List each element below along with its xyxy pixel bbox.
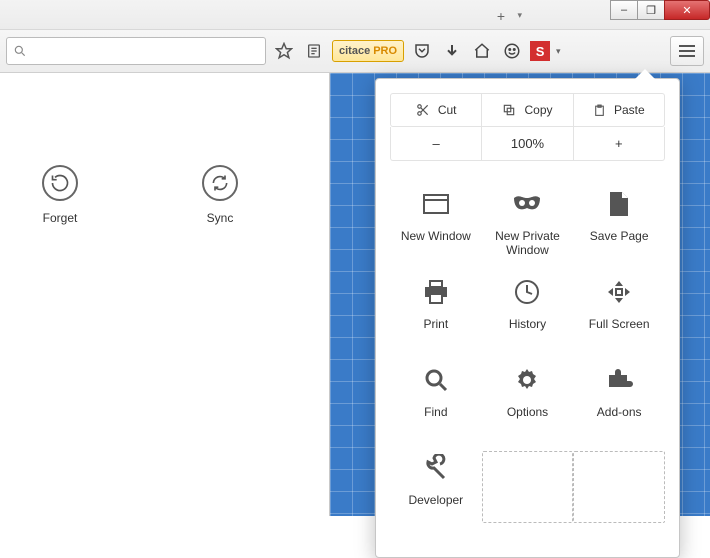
toolbox-item-sync[interactable]: Sync [180,165,260,225]
menu-item-options[interactable]: Options [482,357,574,439]
clipboard-row: Cut Copy Paste [390,93,665,127]
menu-item-label: Save Page [590,229,649,243]
reader-view-button[interactable] [302,39,326,63]
search-icon [13,44,27,58]
url-input[interactable] [33,44,259,58]
clipboard-icon [593,103,606,118]
downloads-button[interactable] [440,39,464,63]
menu-grid: New Window New Private Window Save Page … [390,181,665,527]
menu-item-new-window[interactable]: New Window [390,181,482,263]
mask-icon [510,187,544,221]
menu-item-label: Full Screen [589,317,650,331]
customize-toolbox: Forget Sync [0,73,330,516]
toolbar: citacePRO S ▾ [0,30,710,73]
zoom-in-button[interactable]: + [574,127,664,160]
menu-panel: Cut Copy Paste – 100% + New Window Ne [375,78,680,558]
copy-button[interactable]: Copy [482,94,573,126]
zoom-out-button[interactable]: – [391,127,482,160]
zoom-row: – 100% + [390,127,665,161]
paste-label: Paste [614,103,645,117]
new-tab-button[interactable]: + [492,8,510,22]
close-window-button[interactable]: ✕ [664,0,710,20]
maximize-button[interactable]: ❐ [637,0,665,20]
menu-item-developer[interactable]: Developer [390,445,482,527]
minimize-button[interactable]: – [610,0,638,20]
scissors-icon [416,103,430,117]
clock-icon [510,275,544,309]
gear-icon [510,363,544,397]
menu-item-full-screen[interactable]: Full Screen [573,269,665,351]
citace-suffix: PRO [373,45,397,57]
hamburger-icon [678,44,696,58]
window-controls: – ❐ ✕ [611,0,710,20]
chat-button[interactable] [500,39,524,63]
menu-item-label: Add-ons [597,405,642,419]
menu-item-label: Options [507,405,548,419]
menu-item-addons[interactable]: Add-ons [573,357,665,439]
s-extension-button[interactable]: S [530,41,550,61]
menu-item-label: Print [423,317,448,331]
menu-drop-slot[interactable] [482,451,574,523]
menu-item-history[interactable]: History [482,269,574,351]
pocket-button[interactable] [410,39,434,63]
wrench-icon [419,451,453,485]
bookmark-star-button[interactable] [272,39,296,63]
zoom-level[interactable]: 100% [482,127,573,160]
fullscreen-icon [602,275,636,309]
cut-label: Cut [438,103,457,117]
window-icon [419,187,453,221]
url-field[interactable] [6,37,266,65]
s-extension-dropdown[interactable]: ▾ [556,46,561,57]
citace-pro-button[interactable]: citacePRO [332,40,404,62]
copy-icon [502,103,516,117]
main-area: Forget Sync Cut Copy Paste [0,73,710,516]
menu-drop-slot[interactable] [573,451,665,523]
paste-button[interactable]: Paste [574,94,664,126]
citace-label: citace [339,45,370,57]
menu-item-find[interactable]: Find [390,357,482,439]
home-button[interactable] [470,39,494,63]
menu-item-label: New Window [401,229,471,243]
menu-item-save-page[interactable]: Save Page [573,181,665,263]
menu-item-label: Find [424,405,447,419]
toolbox-item-forget[interactable]: Forget [20,165,100,225]
hamburger-menu-button[interactable] [670,36,704,66]
menu-item-label: Developer [408,493,463,507]
new-tab-dropdown[interactable]: ▾ [517,10,522,21]
puzzle-icon [602,363,636,397]
menu-item-new-private-window[interactable]: New Private Window [482,181,574,263]
page-icon [602,187,636,221]
menu-item-label: History [509,317,546,331]
toolbox-item-label: Forget [43,211,78,225]
copy-label: Copy [524,103,552,117]
sync-icon [202,165,238,201]
toolbox-item-label: Sync [207,211,234,225]
printer-icon [419,275,453,309]
magnifier-icon [419,363,453,397]
cut-button[interactable]: Cut [391,94,482,126]
title-bar: + ▾ – ❐ ✕ [0,0,710,30]
menu-item-label: New Private Window [482,229,574,257]
menu-item-print[interactable]: Print [390,269,482,351]
history-back-icon [42,165,78,201]
